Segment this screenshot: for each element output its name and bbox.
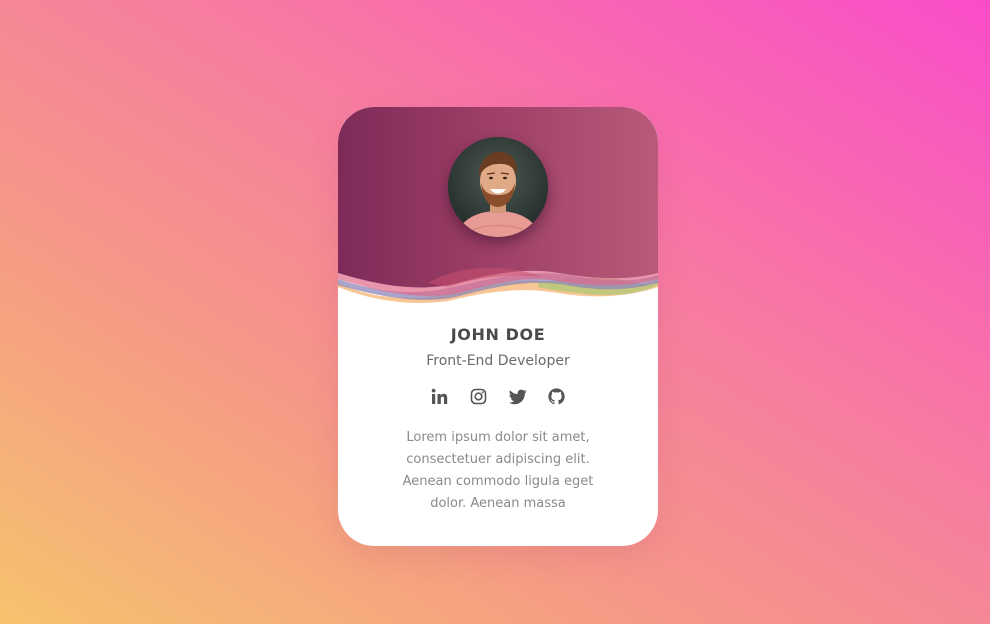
bio-line: Lorem ipsum dolor sit amet, bbox=[406, 430, 590, 445]
bio-line: consectetuer adipiscing elit. bbox=[406, 452, 590, 467]
profile-role: Front-End Developer bbox=[426, 353, 570, 369]
linkedin-icon bbox=[431, 388, 448, 404]
github-link[interactable] bbox=[547, 387, 566, 406]
twitter-icon bbox=[508, 389, 527, 404]
bio-line: dolor. Aenean massa bbox=[430, 496, 566, 511]
bio-line: Aenean commodo ligula eget bbox=[402, 474, 594, 489]
card-header bbox=[338, 107, 658, 307]
avatar-photo bbox=[448, 137, 548, 237]
social-links bbox=[338, 387, 658, 409]
linkedin-link[interactable] bbox=[430, 387, 449, 406]
profile-card: JOHN DOE Front-End Developer Lorem ipsum… bbox=[338, 107, 658, 546]
twitter-link[interactable] bbox=[508, 387, 527, 406]
instagram-link[interactable] bbox=[469, 387, 488, 406]
instagram-icon bbox=[470, 388, 487, 405]
profile-name: JOHN DOE bbox=[450, 325, 546, 344]
avatar bbox=[448, 137, 548, 237]
profile-bio: Lorem ipsum dolor sit amet, consectetuer… bbox=[388, 427, 608, 515]
github-icon bbox=[548, 388, 565, 405]
